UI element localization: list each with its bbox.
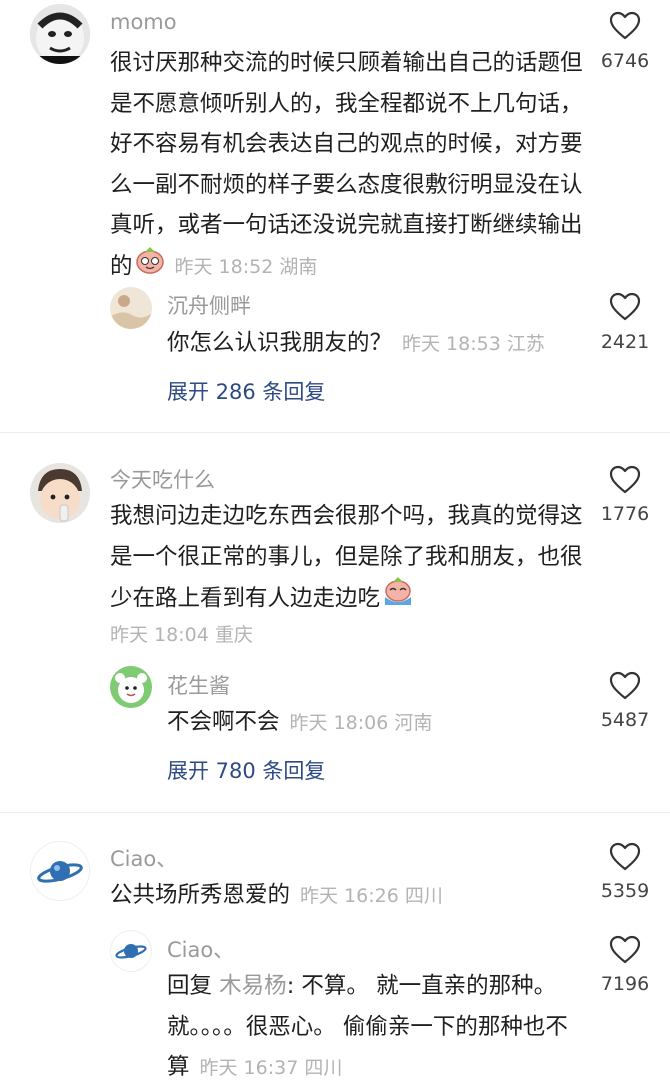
divider [0, 432, 670, 433]
comment-text: 很讨厌那种交流的时候只顾着输出自己的话题但是不愿意倾听别人的，我全程都说不上几句… [110, 43, 588, 287]
comment-username[interactable]: momo [110, 10, 177, 34]
crying-face-emoji [382, 577, 414, 621]
comment-text: 我想问边走边吃东西会很那个吗，我真的觉得这是一个很正常的事儿，但是除了我和朋友，… [110, 496, 588, 621]
avatar[interactable] [110, 666, 152, 708]
reply-timestamp: 昨天 18:53 江苏 [402, 333, 545, 355]
heart-icon[interactable] [609, 842, 641, 872]
cute-face-emoji [135, 246, 165, 288]
expand-replies-link[interactable]: 展开 286 条回复 [167, 376, 325, 406]
like-count: 6746 [600, 50, 650, 72]
comment-timestamp: 昨天 16:26 四川 [300, 885, 443, 907]
reply-username[interactable]: Ciao、 [167, 934, 234, 964]
like-count: 5359 [600, 880, 650, 902]
avatar[interactable] [30, 463, 90, 523]
like-count: 7196 [600, 973, 650, 995]
divider [0, 812, 670, 813]
heart-icon[interactable] [609, 11, 641, 41]
avatar[interactable] [30, 841, 90, 901]
expand-replies-link[interactable]: 展开 780 条回复 [167, 755, 325, 785]
reply-text: 你怎么认识我朋友的？ 昨天 18:53 江苏 [167, 330, 545, 356]
reply-username[interactable]: 花生酱 [167, 670, 230, 700]
comment-username[interactable]: Ciao、 [110, 843, 177, 873]
avatar[interactable] [110, 287, 152, 329]
reply-text: 不会啊不会 昨天 18:06 河南 [167, 709, 433, 735]
comment-timestamp: 昨天 18:04 重庆 [110, 624, 253, 646]
heart-icon[interactable] [609, 292, 641, 322]
like-count: 1776 [600, 503, 650, 525]
heart-icon[interactable] [609, 935, 641, 965]
like-count: 2421 [600, 331, 650, 353]
avatar[interactable] [30, 4, 90, 64]
comment-text: 公共场所秀恩爱的 昨天 16:26 四川 [110, 882, 443, 908]
comment-timestamp: 昨天 18:52 湖南 [174, 255, 318, 278]
reply-username[interactable]: 沉舟侧畔 [167, 290, 251, 320]
heart-icon[interactable] [609, 671, 641, 701]
reply-timestamp: 昨天 18:06 河南 [289, 712, 433, 734]
reply-text: 回复 木易杨: 不算。 就一直亲的那种。 就。。。。很恶心。 偷偷亲一下的那种也… [167, 973, 568, 1080]
like-count: 5487 [600, 709, 650, 731]
comment-username[interactable]: 今天吃什么 [110, 464, 215, 494]
reply-timestamp: 昨天 16:37 四川 [199, 1057, 343, 1079]
reply-to-username[interactable]: 木易杨 [219, 973, 287, 999]
avatar[interactable] [110, 930, 152, 972]
heart-icon[interactable] [609, 465, 641, 495]
